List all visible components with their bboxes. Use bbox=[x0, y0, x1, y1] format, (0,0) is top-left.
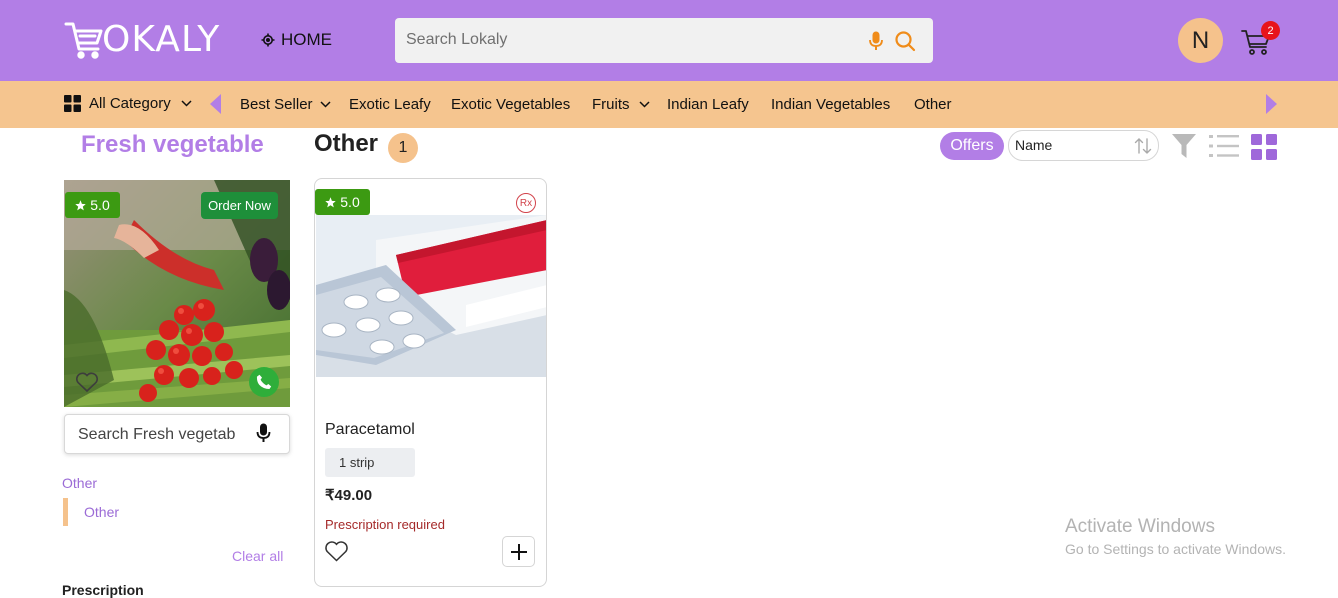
category-item-indian-vegetables[interactable]: Indian Vegetables bbox=[771, 96, 890, 113]
prescription-required-note: Prescription required bbox=[325, 517, 445, 532]
add-to-cart-button[interactable] bbox=[502, 536, 535, 567]
scroll-right-arrow-icon[interactable] bbox=[1266, 94, 1277, 114]
microphone-icon[interactable] bbox=[868, 31, 884, 51]
category-item-best-seller[interactable]: Best Seller bbox=[240, 96, 331, 113]
category-item-label: Exotic Vegetables bbox=[451, 96, 571, 113]
scroll-left-arrow-icon[interactable] bbox=[210, 94, 221, 114]
category-item-exotic-leafy[interactable]: Exotic Leafy bbox=[349, 96, 431, 113]
cart-logo-icon bbox=[64, 22, 103, 59]
filter-funnel-icon[interactable] bbox=[1172, 134, 1196, 158]
home-link[interactable]: HOME bbox=[261, 30, 332, 50]
category-title: Other bbox=[314, 130, 379, 157]
clear-all-link[interactable]: Clear all bbox=[232, 548, 283, 564]
order-now-button[interactable]: Order Now bbox=[201, 192, 278, 219]
logo-text: OKALY bbox=[102, 18, 221, 60]
category-item-other[interactable]: Other bbox=[914, 96, 952, 113]
chevron-down-icon bbox=[181, 100, 192, 107]
category-item-label: Fruits bbox=[592, 96, 630, 113]
call-store-button[interactable] bbox=[249, 367, 279, 397]
product-count-badge: 1 bbox=[388, 133, 418, 163]
plus-icon bbox=[510, 543, 527, 560]
product-name[interactable]: Paracetamol bbox=[325, 421, 415, 439]
grid-icon bbox=[64, 95, 81, 112]
category-item-label: Best Seller bbox=[240, 96, 313, 113]
microphone-icon[interactable] bbox=[256, 423, 271, 443]
category-item-exotic-vegetables[interactable]: Exotic Vegetables bbox=[451, 96, 570, 113]
chevron-down-icon bbox=[638, 101, 650, 108]
category-item-label: Exotic Leafy bbox=[349, 96, 431, 113]
all-category-dropdown[interactable]: All Category bbox=[64, 95, 192, 112]
search-icon[interactable] bbox=[894, 30, 916, 52]
category-item-label: Indian Vegetables bbox=[771, 96, 891, 113]
all-category-label: All Category bbox=[89, 95, 171, 112]
home-label: HOME bbox=[281, 30, 332, 49]
rx-icon: Rx bbox=[516, 193, 536, 213]
sort-arrows-icon[interactable] bbox=[1134, 138, 1152, 154]
location-target-icon bbox=[261, 33, 275, 47]
user-avatar[interactable]: N bbox=[1178, 18, 1223, 63]
category-item-label: Indian Leafy bbox=[667, 96, 749, 113]
product-image-paracetamol bbox=[316, 215, 546, 377]
store-rating-value: 5.0 bbox=[90, 197, 110, 213]
store-title: Fresh vegetable bbox=[81, 131, 264, 158]
product-price: ₹49.00 bbox=[325, 487, 373, 504]
store-search-input[interactable] bbox=[78, 426, 246, 444]
chevron-down-icon bbox=[320, 101, 331, 108]
star-icon bbox=[75, 199, 86, 210]
product-unit-chip[interactable]: 1 strip bbox=[325, 448, 415, 477]
product-rating-value: 5.0 bbox=[340, 194, 360, 210]
cart-count-badge: 2 bbox=[1261, 21, 1280, 40]
filter-heading: Other bbox=[62, 475, 98, 491]
category-item-label: Other bbox=[914, 96, 952, 113]
grid-view-icon[interactable] bbox=[1251, 134, 1277, 160]
list-view-icon[interactable] bbox=[1209, 134, 1239, 158]
search-input[interactable] bbox=[406, 31, 846, 49]
lokaly-logo[interactable]: OKALY bbox=[64, 18, 220, 60]
search-bar bbox=[395, 18, 933, 63]
activate-windows-title: Activate Windows bbox=[1065, 516, 1215, 537]
category-item-fruits[interactable]: Fruits bbox=[592, 96, 650, 113]
product-rating-badge: 5.0 bbox=[315, 189, 370, 215]
sort-value: Name bbox=[1015, 137, 1053, 153]
activate-windows-subtitle: Go to Settings to activate Windows. bbox=[1065, 541, 1286, 557]
offers-button[interactable]: Offers bbox=[940, 132, 1004, 160]
phone-icon bbox=[256, 374, 272, 389]
filter-selected-indicator bbox=[63, 498, 68, 526]
heart-icon[interactable] bbox=[75, 371, 99, 393]
category-item-indian-leafy[interactable]: Indian Leafy bbox=[667, 96, 749, 113]
filter-item-other[interactable]: Other bbox=[84, 504, 119, 520]
heart-icon[interactable] bbox=[324, 540, 349, 562]
store-rating-badge: 5.0 bbox=[65, 192, 120, 218]
star-icon bbox=[325, 196, 336, 207]
prescription-heading: Prescription bbox=[62, 582, 144, 598]
